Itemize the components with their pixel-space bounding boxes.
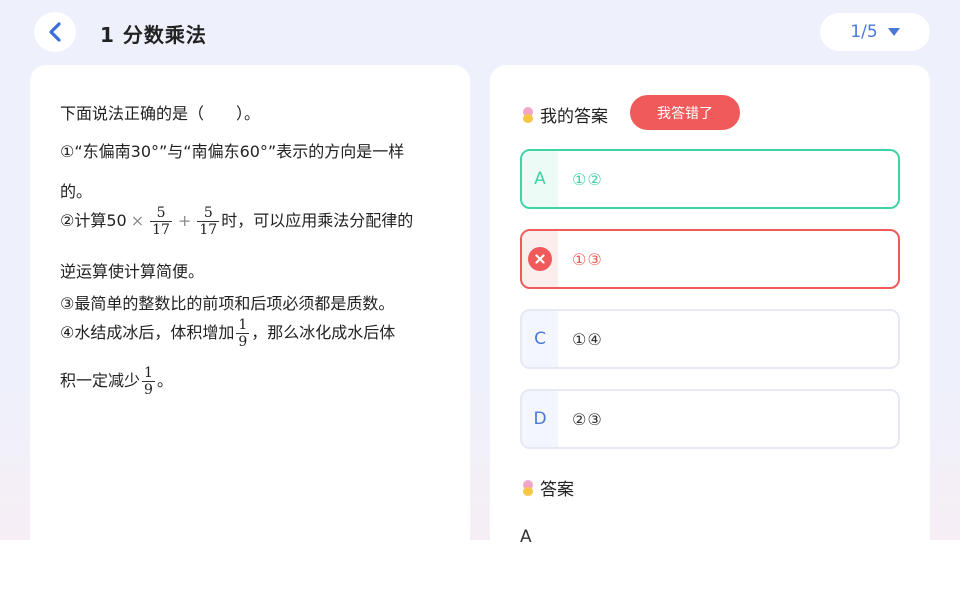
statement-2-prefix: ②计算50 — [60, 211, 127, 230]
answer-card: 我的答案 我答错了 A ①② ①③ C ①④ D ②③ 答案 A — [490, 65, 930, 555]
statement-2-line-2: 逆运算使计算简便。 — [60, 262, 205, 281]
statement-4-line-2: 积一定减少 1 9。 — [60, 365, 173, 398]
answer-status-badge: 我答错了 — [630, 95, 740, 130]
statement-2-line-1: ②计算50 × 5 17 +5 17 时，可以应用乘法分配律的 — [60, 205, 413, 238]
statement-4-prefix: ④水结成冰后，体积增加 — [60, 323, 235, 342]
fraction-denominator: 9 — [236, 333, 250, 350]
question-card: 下面说法正确的是（ ）。 ①“东偏南30°”与“南偏东60°”表示的方向是一样 … — [30, 65, 470, 555]
my-answer-heading-text: 我的答案 — [540, 107, 608, 127]
page-title: 1 分数乘法 — [100, 23, 207, 47]
option-a[interactable]: A ①② — [520, 149, 900, 209]
option-letter: D — [522, 391, 558, 447]
fraction-numerator: 1 — [144, 365, 153, 381]
statement-4-suffix: ，那么冰化成水后体 — [251, 323, 396, 342]
chevron-left-icon — [49, 22, 61, 42]
question-stem: 下面说法正确的是（ ）。 — [60, 104, 261, 123]
pager-label: 1/5 — [850, 22, 878, 42]
fraction-numerator: 1 — [238, 317, 248, 333]
back-button[interactable] — [34, 12, 76, 52]
correct-answer-value: A — [520, 527, 532, 547]
fraction-numerator: 5 — [156, 205, 166, 221]
bulb-icon — [522, 106, 534, 123]
statement-4-line-2-suffix: 。 — [156, 371, 173, 390]
fraction-5-17-a: 5 17 — [150, 205, 172, 238]
plus-sign: + — [177, 211, 192, 230]
fraction-5-17-b: 5 17 — [197, 205, 220, 238]
my-answer-heading: 我的答案 — [522, 102, 608, 127]
option-text: ②③ — [572, 409, 603, 429]
statement-4-line-2-prefix: 积一定减少 — [60, 371, 141, 390]
bulb-icon — [522, 479, 534, 496]
question-pager-dropdown[interactable]: 1/5 — [820, 13, 930, 51]
option-letter: C — [522, 311, 558, 367]
fraction-1-9-a: 19 — [236, 317, 250, 350]
option-b[interactable]: ①③ — [520, 229, 900, 289]
statement-1-line-2: 的。 — [60, 182, 93, 201]
option-text: ①② — [572, 169, 603, 189]
fraction-denominator: 17 — [197, 221, 220, 238]
statement-4-line-1: ④水结成冰后，体积增加 1 9 ，那么冰化成水后体 — [60, 317, 395, 350]
caret-down-icon — [887, 28, 900, 36]
times-sign: × — [130, 211, 145, 230]
close-circle-icon — [528, 247, 552, 271]
fraction-denominator: 17 — [150, 221, 172, 238]
option-d[interactable]: D ②③ — [520, 389, 900, 449]
option-text: ①④ — [572, 329, 603, 349]
fraction-denominator: 9 — [142, 381, 155, 398]
answer-heading-text: 答案 — [540, 480, 574, 500]
option-c[interactable]: C ①④ — [520, 309, 900, 369]
statement-1-line-1: ①“东偏南30°”与“南偏东60°”表示的方向是一样 — [60, 142, 405, 161]
answer-heading: 答案 — [522, 475, 574, 500]
option-letter: A — [522, 151, 558, 207]
option-wrong-marker — [522, 231, 558, 287]
fraction-numerator: 5 — [203, 205, 213, 221]
statement-3: ③最简单的整数比的前项和后项必须都是质数。 — [60, 294, 395, 313]
statement-2-suffix: 时，可以应用乘法分配律的 — [221, 211, 414, 230]
fraction-1-9-b: 19 — [142, 365, 155, 398]
option-text: ①③ — [572, 249, 603, 269]
